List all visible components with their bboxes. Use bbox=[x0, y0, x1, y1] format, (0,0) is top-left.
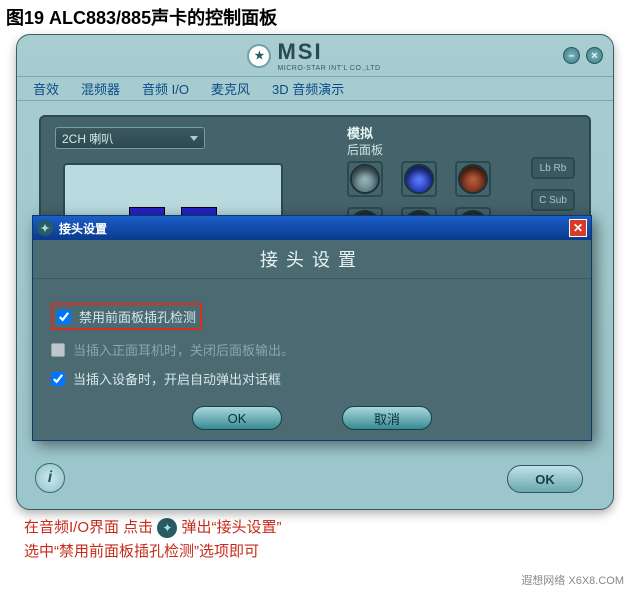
menu-audio-io[interactable]: 音频 I/O bbox=[142, 79, 189, 98]
brand: ★ MSI MICRO-STAR INT'L CO.,LTD bbox=[249, 39, 380, 72]
dialog-ok-button[interactable]: OK bbox=[192, 406, 282, 430]
mute-rear-on-front-checkbox bbox=[51, 343, 65, 357]
watermark: 遐想网络 X6X8.COM bbox=[521, 572, 624, 588]
brand-logo-icon: ★ bbox=[249, 46, 269, 66]
footer-line2: 选中“禁用前面板插孔检测”选项即可 bbox=[24, 540, 606, 564]
rear-panel-label: 后面板 bbox=[347, 141, 383, 158]
chevron-down-icon bbox=[190, 136, 198, 141]
menu-mic[interactable]: 麦克风 bbox=[211, 79, 250, 98]
menu-sfx[interactable]: 音效 bbox=[33, 79, 59, 98]
opt1-label: 禁用前面板插孔检测 bbox=[79, 307, 196, 326]
figure-caption: 图19 ALC883/885声卡的控制面板 bbox=[0, 0, 630, 34]
brand-subtitle: MICRO-STAR INT'L CO.,LTD bbox=[277, 65, 380, 72]
dialog-icon: ✦ bbox=[37, 220, 53, 236]
dialog-close-button[interactable]: ✕ bbox=[569, 219, 587, 237]
minimize-button[interactable]: – bbox=[563, 47, 580, 64]
wrench-icon: ✦ bbox=[157, 518, 177, 538]
menu-mixer[interactable]: 混频器 bbox=[81, 79, 120, 98]
jack-line-out[interactable] bbox=[404, 164, 434, 194]
ch-label-c-sub[interactable]: C Sub bbox=[531, 189, 575, 211]
channel-dropdown[interactable]: 2CH 喇叭 bbox=[55, 127, 205, 149]
channel-dropdown-value: 2CH 喇叭 bbox=[62, 130, 113, 147]
footer-line1b: 弹出“接头设置” bbox=[182, 519, 282, 536]
jack-line-in[interactable] bbox=[350, 164, 380, 194]
dialog-heading: 接头设置 bbox=[33, 240, 591, 279]
highlight-box: 禁用前面板插孔检测 bbox=[51, 303, 202, 330]
disable-front-jack-detect-checkbox[interactable] bbox=[57, 310, 71, 324]
title-bar: ★ MSI MICRO-STAR INT'L CO.,LTD – × bbox=[17, 35, 613, 77]
close-button[interactable]: × bbox=[586, 47, 603, 64]
dialog-title-text: 接头设置 bbox=[59, 220, 107, 237]
jack-mic[interactable] bbox=[458, 164, 488, 194]
dialog-cancel-button[interactable]: 取消 bbox=[342, 406, 432, 430]
main-ok-button[interactable]: OK bbox=[507, 465, 583, 493]
connector-settings-dialog: ✦ 接头设置 ✕ 接头设置 禁用前面板插孔检测 当插入正面耳机时，关闭后面板输出… bbox=[32, 215, 592, 441]
footer-line1a: 在音频I/O界面 点击 bbox=[24, 519, 157, 536]
dialog-title-bar[interactable]: ✦ 接头设置 ✕ bbox=[33, 216, 591, 240]
ch-label-lb-rb[interactable]: Lb Rb bbox=[531, 157, 575, 179]
opt2-label: 当插入正面耳机时，关闭后面板输出。 bbox=[73, 340, 294, 359]
info-button[interactable]: i bbox=[35, 463, 65, 493]
opt3-label: 当插入设备时，开启自动弹出对话框 bbox=[73, 369, 281, 388]
menu-bar: 音效 混频器 音频 I/O 麦克风 3D 音频演示 bbox=[17, 77, 613, 101]
menu-3d-demo[interactable]: 3D 音频演示 bbox=[272, 79, 344, 98]
auto-popup-checkbox[interactable] bbox=[51, 372, 65, 386]
brand-name: MSI bbox=[277, 39, 380, 65]
footer-instructions: 在音频I/O界面 点击 ✦ 弹出“接头设置” 选中“禁用前面板插孔检测”选项即可 bbox=[0, 510, 630, 564]
analog-label: 模拟 bbox=[347, 123, 373, 142]
